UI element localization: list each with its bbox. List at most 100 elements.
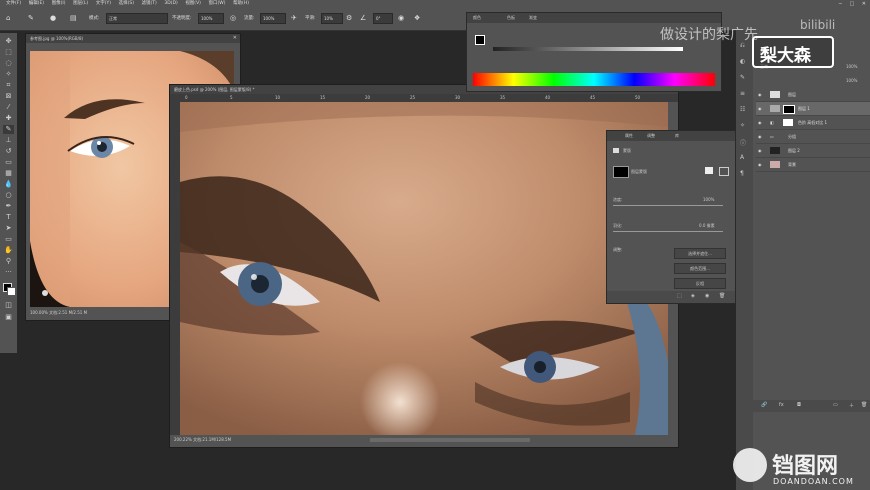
home-icon[interactable]: ⌂ [6, 13, 10, 24]
eyedropper-tool-icon[interactable]: ⁄ [3, 103, 14, 112]
menu-image[interactable]: 图像(I) [52, 0, 66, 8]
menu-window[interactable]: 窗口(W) [209, 0, 226, 8]
more-tools-icon[interactable]: ··· [3, 268, 14, 277]
new-group-icon[interactable]: ▭ [833, 402, 838, 408]
color-fg-bg-swatch[interactable] [475, 35, 485, 45]
menu-filter[interactable]: 滤镜(T) [142, 0, 157, 8]
tab-gradients[interactable]: 渐变 [529, 15, 537, 21]
background-color-swatch[interactable] [7, 287, 16, 296]
spectrum-bar[interactable] [473, 73, 715, 86]
visibility-icon[interactable]: ◉ [705, 293, 709, 299]
minimize-icon[interactable]: ─ [839, 1, 842, 7]
delete-icon[interactable]: 🗑 [719, 293, 725, 299]
eye-icon[interactable]: ◉ [758, 158, 762, 171]
brush-tool-icon[interactable]: ✎ [3, 125, 14, 134]
opacity-field[interactable]: 100% [198, 13, 224, 24]
menu-3d[interactable]: 3D(D) [164, 0, 177, 8]
menu-view[interactable]: 视图(V) [185, 0, 201, 8]
density-slider[interactable] [613, 205, 723, 206]
apply-mask-icon[interactable]: ◈ [691, 293, 695, 299]
eye-icon[interactable]: ◉ [758, 102, 762, 115]
layer-row[interactable]: ◉ 图层 [756, 88, 870, 102]
density-value[interactable]: 100% [703, 197, 714, 202]
brush-settings-icon[interactable]: ✎ [740, 74, 745, 81]
layers-icon[interactable]: ≡ [740, 90, 745, 97]
flow-field[interactable]: 100% [260, 13, 286, 24]
menu-select[interactable]: 选择(S) [119, 0, 134, 8]
tab-color[interactable]: 颜色 [473, 15, 481, 21]
zoom-tool-icon[interactable]: ⚲ [3, 257, 14, 266]
layer-row[interactable]: ◉ 图层 2 [756, 144, 870, 158]
brush-panel-icon[interactable]: ▤ [70, 13, 77, 24]
screen-mode-icon[interactable]: ▣ [3, 313, 14, 322]
horizontal-scrollbar[interactable] [370, 438, 530, 442]
blur-tool-icon[interactable]: 💧 [3, 180, 14, 189]
brush-size-icon[interactable]: ● [50, 13, 56, 24]
eye-icon[interactable]: ◉ [758, 130, 762, 143]
gradient-tool-icon[interactable]: ▦ [3, 169, 14, 178]
menu-type[interactable]: 文字(Y) [96, 0, 111, 8]
new-layer-icon[interactable]: ＋ [849, 402, 854, 409]
select-and-mask-button[interactable]: 选择并遮住... [674, 248, 726, 259]
clone-stamp-tool-icon[interactable]: ⊥ [3, 136, 14, 145]
main-document-window[interactable]: 磨皮上色.psd @ 200% (图层, 图层蒙版/8) * 0 5 10 15… [169, 84, 679, 448]
crop-tool-icon[interactable]: ⌗ [3, 81, 14, 90]
grayscale-slider[interactable] [493, 47, 683, 51]
close-icon[interactable]: ✕ [862, 1, 866, 7]
smooth-field[interactable]: 10% [321, 13, 343, 24]
history-brush-tool-icon[interactable]: ↺ [3, 147, 14, 156]
add-mask-icon[interactable]: ◘ [797, 402, 801, 408]
pressure-size-icon[interactable]: ◉ [398, 13, 404, 24]
tab-adjustments[interactable]: 调整 [647, 133, 655, 139]
layer-row-selected[interactable]: ◉ 图层 1 [756, 102, 870, 116]
invert-button[interactable]: 反相 [674, 278, 726, 289]
tab-swatches[interactable]: 色板 [507, 15, 515, 21]
eye-icon[interactable]: ◉ [758, 144, 762, 157]
marquee-tool-icon[interactable]: ⬚ [3, 48, 14, 57]
eraser-tool-icon[interactable]: ▭ [3, 158, 14, 167]
info-icon[interactable]: ⓘ [740, 138, 746, 147]
channels-icon[interactable]: ☷ [740, 106, 745, 113]
quick-select-tool-icon[interactable]: ✧ [3, 70, 14, 79]
layer-row[interactable]: ◉ ◧ 色阶 高低对比 1 [756, 116, 870, 130]
layer-fill-field[interactable]: 100% [846, 78, 857, 83]
airbrush-icon[interactable]: ✈ [291, 13, 297, 24]
trash-icon[interactable]: 🗑 [861, 402, 867, 408]
adjust-icon[interactable]: ◐ [740, 58, 745, 65]
layer-opacity-field[interactable]: 100% [846, 64, 857, 69]
canvas-face-closeup[interactable] [180, 102, 668, 435]
eye-icon[interactable]: ◉ [758, 88, 762, 101]
vector-mask-icon[interactable] [719, 167, 729, 176]
move-tool-icon[interactable]: ✥ [3, 37, 14, 46]
pen-tool-icon[interactable]: ✒ [3, 202, 14, 211]
quick-mask-icon[interactable]: ◫ [3, 301, 14, 310]
lasso-tool-icon[interactable]: ◌ [3, 59, 14, 68]
layer-row[interactable]: ◉ 背景 [756, 158, 870, 172]
angle-field[interactable]: 0° [373, 13, 393, 24]
frame-tool-icon[interactable]: ⊠ [3, 92, 14, 101]
menu-help[interactable]: 帮助(H) [233, 0, 249, 8]
healing-tool-icon[interactable]: ✚ [3, 114, 14, 123]
feather-value[interactable]: 0.0 像素 [699, 223, 715, 229]
mode-select[interactable]: 正常 [106, 13, 168, 24]
angle-icon[interactable]: ∠ [360, 13, 366, 24]
load-selection-icon[interactable]: ⬚ [677, 293, 682, 299]
pixel-mask-icon[interactable] [705, 167, 713, 174]
feather-slider[interactable] [613, 231, 723, 232]
menu-file[interactable]: 文件(F) [6, 0, 21, 8]
type-tool-icon[interactable]: T [3, 213, 14, 222]
pressure-opacity-icon[interactable]: ◎ [230, 13, 236, 24]
reference-document-tab[interactable]: 参考图.jpg @ 100%(RGB/8) [26, 34, 240, 43]
paragraph-icon[interactable]: ¶ [740, 170, 744, 177]
shape-tool-icon[interactable]: ▭ [3, 235, 14, 244]
fx-icon[interactable]: fx [779, 402, 784, 408]
menu-layer[interactable]: 图层(L) [73, 0, 88, 8]
mask-thumbnail[interactable] [613, 166, 629, 178]
hand-tool-icon[interactable]: ✋ [3, 246, 14, 255]
eye-icon[interactable]: ◉ [758, 116, 762, 129]
gear-icon[interactable]: ⚙ [346, 13, 352, 24]
tab-properties[interactable]: 属性 [625, 133, 633, 139]
brush-tool-icon[interactable]: ✎ [28, 13, 34, 24]
symmetry-icon[interactable]: ❖ [414, 13, 420, 24]
tab-libraries[interactable]: 库 [675, 133, 679, 139]
